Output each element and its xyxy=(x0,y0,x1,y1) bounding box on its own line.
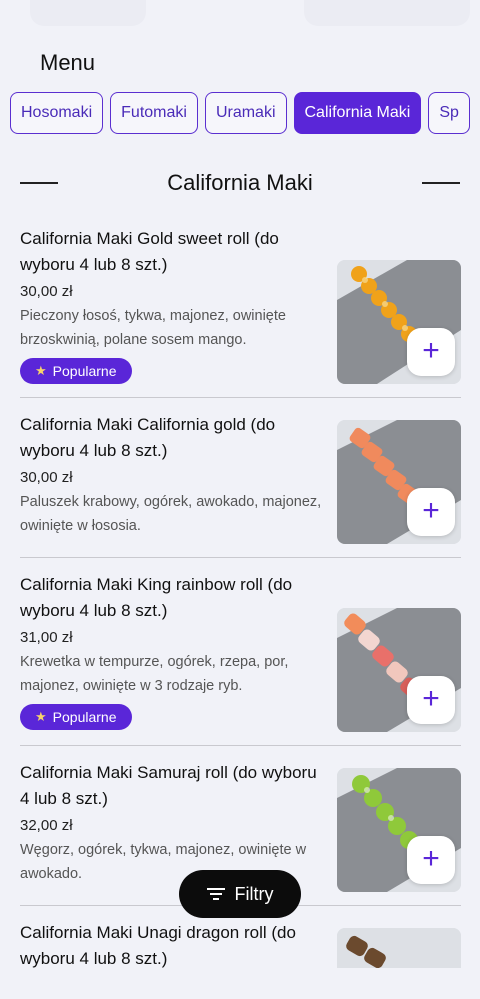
item-photo[interactable]: + xyxy=(337,420,461,544)
item-name: California Maki Unagi dragon roll (do wy… xyxy=(20,923,296,968)
filter-button[interactable]: Filtry xyxy=(179,870,301,918)
item-name: California Maki Samuraj roll (do wyboru … xyxy=(20,763,317,808)
item-photo[interactable]: + xyxy=(337,768,461,892)
bottom-bar xyxy=(0,968,480,999)
item-description: Krewetka w tempurze, ogórek, rzepa, por,… xyxy=(20,654,289,694)
item-photo[interactable]: + xyxy=(337,260,461,384)
divider xyxy=(422,182,460,184)
badge-label: Popularne xyxy=(52,709,117,725)
star-icon: ★ xyxy=(35,363,47,378)
tab-special[interactable]: Sp xyxy=(428,92,470,134)
item-description: Paluszek krabowy, ogórek, awokado, majon… xyxy=(20,494,322,534)
item-photo[interactable]: + xyxy=(337,608,461,732)
popular-badge: ★ Popularne xyxy=(20,358,133,384)
add-to-cart-button[interactable]: + xyxy=(407,488,455,536)
filter-label: Filtry xyxy=(234,883,274,904)
category-tabs: Hosomaki Futomaki Uramaki California Mak… xyxy=(10,92,480,134)
filter-icon xyxy=(206,888,225,900)
menu-item[interactable]: California Maki Gold sweet roll (do wybo… xyxy=(20,218,461,398)
top-bar xyxy=(0,0,480,30)
add-to-cart-button[interactable]: + xyxy=(407,328,455,376)
menu-item[interactable]: California Maki King rainbow roll (do wy… xyxy=(20,558,461,746)
menu-item[interactable]: California Maki California gold (do wybo… xyxy=(20,398,461,558)
badge-label: Popularne xyxy=(52,363,117,379)
item-description: Pieczony łosoś, tykwa, majonez, owinięte… xyxy=(20,308,286,348)
tab-uramaki[interactable]: Uramaki xyxy=(204,92,287,134)
popular-badge: ★ Popularne xyxy=(20,704,133,730)
add-to-cart-button[interactable]: + xyxy=(407,676,455,724)
tab-futomaki[interactable]: Futomaki xyxy=(110,92,198,134)
sushi-eel-roll-photo xyxy=(337,928,461,968)
star-icon: ★ xyxy=(35,709,47,724)
divider xyxy=(20,182,58,184)
tab-hosomaki[interactable]: Hosomaki xyxy=(10,92,104,134)
menu-list: California Maki Gold sweet roll (do wybo… xyxy=(20,218,461,976)
item-name: California Maki King rainbow roll (do wy… xyxy=(20,575,293,620)
item-name: California Maki Gold sweet roll (do wybo… xyxy=(20,229,279,274)
item-photo[interactable] xyxy=(337,928,461,968)
item-name: California Maki California gold (do wybo… xyxy=(20,415,276,460)
add-to-cart-button[interactable]: + xyxy=(407,836,455,884)
tab-california-maki[interactable]: California Maki xyxy=(293,92,422,134)
section-title: California Maki xyxy=(167,170,313,195)
page-title: Menu xyxy=(40,50,96,75)
section-header: California Maki xyxy=(20,168,460,198)
